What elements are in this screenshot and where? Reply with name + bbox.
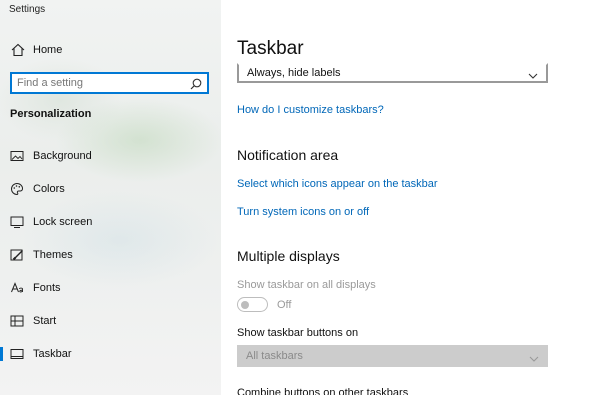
sidebar-item-label: Background (33, 150, 92, 162)
sidebar-item-start[interactable]: Start (0, 310, 221, 332)
sidebar-item-label: Fonts (33, 282, 61, 294)
section-title: Personalization (10, 108, 92, 120)
show-on-all-displays-toggle[interactable] (237, 297, 268, 312)
dropdown-value: All taskbars (246, 350, 303, 362)
sidebar-item-lock-screen[interactable]: Lock screen (0, 211, 221, 233)
taskbar-buttons-on-dropdown[interactable]: All taskbars (237, 345, 548, 367)
combine-buttons-label: Combine buttons on other taskbars (237, 387, 409, 395)
font-icon (10, 281, 24, 295)
brush-icon (10, 248, 24, 262)
search-icon[interactable] (190, 77, 202, 90)
palette-icon (10, 182, 24, 196)
system-icons-link[interactable]: Turn system icons on or off (237, 206, 369, 218)
taskbar-icon (10, 347, 24, 361)
sidebar-item-label: Colors (33, 183, 65, 195)
sidebar-item-label: Start (33, 315, 57, 327)
sidebar-item-label: Taskbar (33, 348, 72, 360)
show-on-all-displays-label: Show taskbar on all displays (237, 279, 376, 291)
app-title: Settings (9, 4, 46, 15)
toggle-state-label: Off (277, 299, 292, 311)
sidebar-item-background[interactable]: Background (0, 145, 221, 167)
sidebar-item-label: Themes (33, 249, 73, 261)
sidebar-item-taskbar[interactable]: Taskbar (0, 343, 221, 365)
sidebar-item-colors[interactable]: Colors (0, 178, 221, 200)
select-icons-link[interactable]: Select which icons appear on the taskbar (237, 178, 438, 190)
selection-indicator (0, 347, 3, 361)
lock-screen-icon (10, 215, 24, 229)
chevron-down-icon (528, 68, 538, 79)
sidebar-item-themes[interactable]: Themes (0, 244, 221, 266)
taskbar-buttons-on-label: Show taskbar buttons on (237, 327, 359, 339)
picture-icon (10, 149, 24, 163)
start-icon (10, 314, 24, 328)
sidebar: Settings Home Find a setting Personaliza… (0, 0, 221, 395)
page-title: Taskbar (237, 38, 304, 59)
main-content: Taskbar Always, hide labels How do I cus… (221, 0, 600, 395)
dropdown-value: Always, hide labels (247, 67, 341, 79)
multiple-displays-heading: Multiple displays (237, 248, 340, 264)
toggle-knob (241, 300, 249, 309)
taskbar-buttons-combine-dropdown[interactable]: Always, hide labels (237, 63, 548, 83)
notification-area-heading: Notification area (237, 147, 339, 163)
home-icon (10, 42, 26, 58)
home-nav-item[interactable]: Home (10, 40, 62, 60)
home-label: Home (33, 44, 63, 56)
customize-taskbars-link[interactable]: How do I customize taskbars? (237, 104, 384, 116)
search-placeholder: Find a setting (17, 77, 84, 89)
sidebar-item-label: Lock screen (33, 216, 93, 228)
search-input[interactable]: Find a setting (10, 72, 209, 94)
chevron-down-icon (529, 351, 539, 362)
sidebar-item-fonts[interactable]: Fonts (0, 277, 221, 299)
